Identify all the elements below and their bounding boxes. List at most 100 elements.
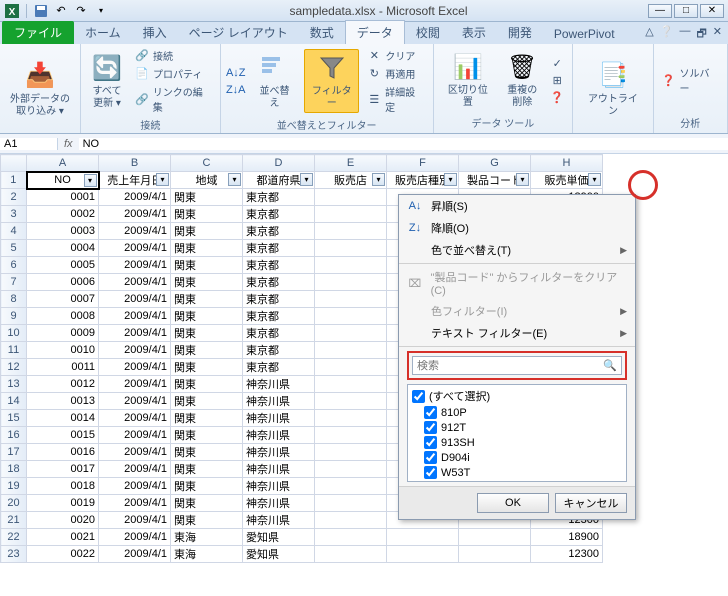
get-external-data-button[interactable]: 📥 外部データの 取り込み ▾ xyxy=(6,58,74,120)
cell-B13[interactable]: 2009/4/1 xyxy=(99,376,171,393)
checkbox-810P[interactable] xyxy=(424,406,437,419)
cell-B9[interactable]: 2009/4/1 xyxy=(99,308,171,325)
row-header-12[interactable]: 12 xyxy=(1,359,27,376)
cell-E19[interactable] xyxy=(315,478,387,495)
row-header-17[interactable]: 17 xyxy=(1,444,27,461)
row-header-15[interactable]: 15 xyxy=(1,410,27,427)
cell-E15[interactable] xyxy=(315,410,387,427)
cell-E11[interactable] xyxy=(315,342,387,359)
minimize-button[interactable]: — xyxy=(648,4,672,18)
row-header-21[interactable]: 21 xyxy=(1,512,27,529)
filter-arrow-H[interactable]: ▾ xyxy=(588,173,601,186)
tab-data[interactable]: データ xyxy=(345,20,405,44)
cell-B18[interactable]: 2009/4/1 xyxy=(99,461,171,478)
cell-C4[interactable]: 関東 xyxy=(171,223,243,240)
connections-button[interactable]: 🔗接続 xyxy=(133,47,214,64)
cell-D9[interactable]: 東京都 xyxy=(243,308,315,325)
tab-formulas[interactable]: 数式 xyxy=(299,21,345,44)
header-cell-A[interactable]: NO▾ xyxy=(27,172,99,189)
row-header-6[interactable]: 6 xyxy=(1,257,27,274)
advanced-filter-button[interactable]: ☰詳細設定 xyxy=(365,83,426,115)
cell-D8[interactable]: 東京都 xyxy=(243,291,315,308)
cell-E8[interactable] xyxy=(315,291,387,308)
tab-home[interactable]: ホーム xyxy=(74,21,132,44)
tab-developer[interactable]: 開発 xyxy=(497,21,543,44)
cell-A20[interactable]: 0019 xyxy=(27,495,99,512)
col-header-B[interactable]: B xyxy=(99,155,171,172)
select-all-cell[interactable] xyxy=(1,155,27,172)
cell-E17[interactable] xyxy=(315,444,387,461)
redo-icon[interactable]: ↷ xyxy=(73,3,89,19)
header-cell-H[interactable]: 販売単価▾ xyxy=(531,172,603,189)
cell-C11[interactable]: 関東 xyxy=(171,342,243,359)
row-header-13[interactable]: 13 xyxy=(1,376,27,393)
row-header-11[interactable]: 11 xyxy=(1,342,27,359)
cell-B2[interactable]: 2009/4/1 xyxy=(99,189,171,206)
sort-asc-menuitem[interactable]: A↓昇順(S) xyxy=(399,195,635,217)
cell-D7[interactable]: 東京都 xyxy=(243,274,315,291)
cell-A7[interactable]: 0006 xyxy=(27,274,99,291)
cell-F23[interactable] xyxy=(387,546,459,563)
cell-E16[interactable] xyxy=(315,427,387,444)
cell-B17[interactable]: 2009/4/1 xyxy=(99,444,171,461)
checkbox-W53T[interactable] xyxy=(424,466,437,479)
excel-icon[interactable]: X xyxy=(4,3,20,19)
cell-B10[interactable]: 2009/4/1 xyxy=(99,325,171,342)
cell-A3[interactable]: 0002 xyxy=(27,206,99,223)
cell-E21[interactable] xyxy=(315,512,387,529)
ok-button[interactable]: OK xyxy=(477,493,549,513)
cell-C23[interactable]: 東海 xyxy=(171,546,243,563)
cell-C8[interactable]: 関東 xyxy=(171,291,243,308)
cell-C14[interactable]: 関東 xyxy=(171,393,243,410)
col-header-E[interactable]: E xyxy=(315,155,387,172)
cell-E22[interactable] xyxy=(315,529,387,546)
sort-za-button[interactable]: Z↓A xyxy=(227,82,245,98)
whatif-button[interactable]: ❓ xyxy=(548,89,566,105)
cell-G22[interactable] xyxy=(459,529,531,546)
filter-search-input[interactable] xyxy=(417,360,603,372)
cell-D17[interactable]: 神奈川県 xyxy=(243,444,315,461)
col-header-F[interactable]: F xyxy=(387,155,459,172)
cell-D22[interactable]: 愛知県 xyxy=(243,529,315,546)
solver-button[interactable]: ❓ソルバー xyxy=(660,64,721,96)
datavalidation-button[interactable]: ✓ xyxy=(548,55,566,71)
col-header-C[interactable]: C xyxy=(171,155,243,172)
row-header-2[interactable]: 2 xyxy=(1,189,27,206)
sort-desc-menuitem[interactable]: Z↓降順(O) xyxy=(399,217,635,239)
cell-D2[interactable]: 東京都 xyxy=(243,189,315,206)
row-header-19[interactable]: 19 xyxy=(1,478,27,495)
filter-arrow-B[interactable]: ▾ xyxy=(156,173,169,186)
cell-B14[interactable]: 2009/4/1 xyxy=(99,393,171,410)
fx-icon[interactable]: fx xyxy=(58,138,79,150)
cell-D20[interactable]: 神奈川県 xyxy=(243,495,315,512)
cell-E9[interactable] xyxy=(315,308,387,325)
cell-B23[interactable]: 2009/4/1 xyxy=(99,546,171,563)
cell-E12[interactable] xyxy=(315,359,387,376)
cell-D14[interactable]: 神奈川県 xyxy=(243,393,315,410)
cell-E13[interactable] xyxy=(315,376,387,393)
tab-pagelayout[interactable]: ページ レイアウト xyxy=(178,21,299,44)
cell-E23[interactable] xyxy=(315,546,387,563)
remove-duplicates-button[interactable]: 🗑 重複の 削除 xyxy=(502,49,542,111)
cell-D5[interactable]: 東京都 xyxy=(243,240,315,257)
row-header-18[interactable]: 18 xyxy=(1,461,27,478)
outline-button[interactable]: 📑 アウトライン xyxy=(579,58,646,120)
cell-E20[interactable] xyxy=(315,495,387,512)
cell-C16[interactable]: 関東 xyxy=(171,427,243,444)
tab-review[interactable]: 校閲 xyxy=(405,21,451,44)
cell-A2[interactable]: 0001 xyxy=(27,189,99,206)
help-icon[interactable]: ❔ xyxy=(660,25,674,44)
row-header-7[interactable]: 7 xyxy=(1,274,27,291)
cell-D6[interactable]: 東京都 xyxy=(243,257,315,274)
cell-B12[interactable]: 2009/4/1 xyxy=(99,359,171,376)
filter-arrow-A[interactable]: ▾ xyxy=(84,174,97,187)
cell-B7[interactable]: 2009/4/1 xyxy=(99,274,171,291)
col-header-G[interactable]: G xyxy=(459,155,531,172)
consolidate-button[interactable]: ⊞ xyxy=(548,72,566,88)
sort-by-color-menuitem[interactable]: 色で並べ替え(T)▶ xyxy=(399,239,635,261)
cell-C18[interactable]: 関東 xyxy=(171,461,243,478)
filter-search-box[interactable]: 🔍 xyxy=(412,356,622,375)
properties-button[interactable]: 📄プロパティ xyxy=(133,65,214,82)
checkbox-913SH[interactable] xyxy=(424,436,437,449)
row-header-5[interactable]: 5 xyxy=(1,240,27,257)
